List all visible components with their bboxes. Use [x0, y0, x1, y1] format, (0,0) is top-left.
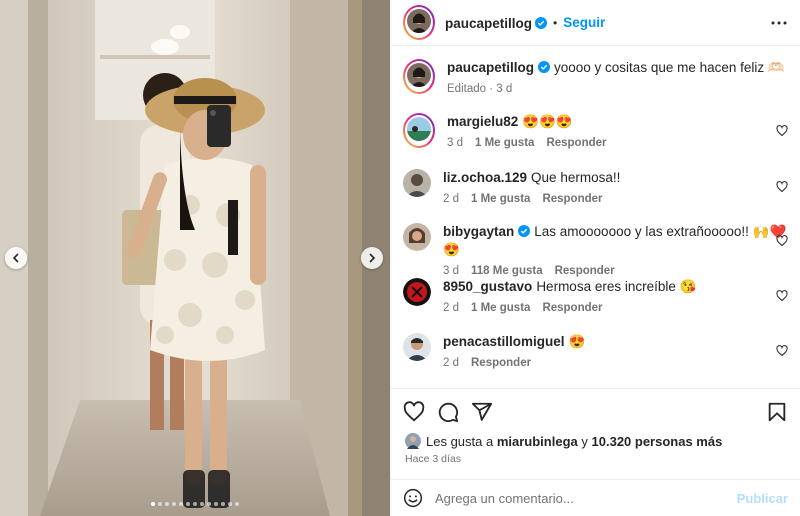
reply-button[interactable]: Responder [542, 193, 602, 205]
author-username[interactable]: paucapetillog [445, 15, 532, 31]
comment-input[interactable] [435, 490, 737, 506]
comment-time: 2 d [443, 302, 459, 314]
comment-text: Hermosa eres increíble 😘 [536, 279, 697, 294]
post-sidebar: paucapetillog • Seguir paucapetillog yooo… [390, 0, 800, 516]
comment-likes[interactable]: 1 Me gusta [471, 193, 530, 205]
carousel-dot [214, 502, 218, 506]
post-photo [0, 0, 390, 516]
likes-user[interactable]: miarubinlega [497, 434, 578, 449]
carousel-dot [193, 502, 197, 506]
caption-username[interactable]: paucapetillog [447, 60, 534, 75]
commenter-avatar-ring[interactable] [403, 113, 435, 148]
comment-item: 8950_gustavo Hermosa eres increíble 😘 2 d… [403, 278, 788, 314]
comment-item: bibygaytan Las amooooooo y las extrañoooo… [403, 223, 788, 277]
chevron-right-icon [369, 253, 376, 263]
heart-icon[interactable] [776, 235, 788, 247]
verified-badge-icon [535, 16, 548, 29]
avatar[interactable] [403, 278, 431, 306]
caption-avatar-ring[interactable] [403, 59, 435, 94]
avatar[interactable] [403, 333, 431, 361]
like-heart-icon[interactable] [403, 400, 425, 423]
caption-text: yoooo y cositas que me hacen feliz 🫶🏻 [554, 60, 785, 75]
comment-username[interactable]: penacastillomiguel [443, 334, 565, 349]
comment-likes[interactable]: 1 Me gusta [475, 137, 534, 149]
comment-username[interactable]: bibygaytan [443, 224, 514, 239]
carousel-dot [172, 502, 176, 506]
comment-username[interactable]: liz.ochoa.129 [443, 170, 527, 185]
reply-button[interactable]: Responder [471, 357, 531, 369]
avatar [405, 433, 421, 449]
likes-summary: Les gusta a miarubinlega y 10.320 person… [405, 433, 722, 449]
previous-slide-button[interactable] [5, 247, 27, 269]
verified-badge-icon [538, 61, 551, 73]
carousel-dot [228, 502, 232, 506]
publish-button[interactable]: Publicar [737, 491, 788, 506]
post-media[interactable] [0, 0, 390, 516]
carousel-dot [207, 502, 211, 506]
reply-button[interactable]: Responder [555, 265, 615, 277]
avatar [407, 63, 431, 87]
comment-username[interactable]: margielu82 [447, 114, 518, 129]
reply-button[interactable]: Responder [546, 137, 606, 149]
heart-icon[interactable] [776, 290, 788, 302]
more-options-icon[interactable] [770, 14, 788, 32]
header-separator: • [553, 15, 558, 30]
post-timestamp: Hace 3 días [405, 453, 462, 465]
comment-likes[interactable]: 1 Me gusta [471, 302, 530, 314]
post-actions [391, 388, 800, 434]
heart-icon[interactable] [776, 181, 788, 193]
heart-icon[interactable] [776, 125, 788, 137]
heart-icon[interactable] [776, 345, 788, 357]
comment-time: 3 d [443, 265, 459, 277]
avatar [407, 117, 431, 141]
next-slide-button[interactable] [361, 247, 383, 269]
caption-meta: Editado · 3 d [447, 83, 513, 95]
comment-time: 2 d [443, 193, 459, 205]
follow-button[interactable]: Seguir [563, 15, 605, 30]
avatar [407, 9, 431, 33]
author-avatar-ring[interactable] [403, 5, 435, 40]
comment-text: Que hermosa!! [531, 170, 621, 185]
reply-button[interactable]: Responder [542, 302, 602, 314]
save-bookmark-icon[interactable] [766, 401, 788, 423]
carousel-dot [186, 502, 190, 506]
comment-composer: Publicar [391, 479, 800, 516]
comment-username[interactable]: 8950_gustavo [443, 279, 532, 294]
avatar[interactable] [403, 169, 431, 197]
comments-section: paucapetillog yoooo y cositas que me hace… [391, 47, 800, 387]
carousel-dot [158, 502, 162, 506]
comment-item: margielu82 😍😍😍 3 d 1 Me gusta Responder [403, 113, 788, 149]
post-header: paucapetillog • Seguir [391, 0, 800, 46]
verified-badge-icon [518, 225, 531, 237]
comment-item: penacastillomiguel 😍 2 d Responder [403, 333, 788, 369]
carousel-indicator [0, 502, 390, 506]
carousel-dot [179, 502, 183, 506]
avatar[interactable] [403, 223, 431, 251]
likes-prefix: Les gusta a [426, 433, 494, 449]
carousel-dot [151, 502, 155, 506]
post-caption: paucapetillog yoooo y cositas que me hace… [403, 59, 788, 95]
comment-time: 2 d [443, 357, 459, 369]
carousel-dot [235, 502, 239, 506]
likes-middle: y [581, 433, 588, 449]
comment-item: liz.ochoa.129 Que hermosa!! 2 d 1 Me gusta… [403, 169, 788, 205]
carousel-dot [200, 502, 204, 506]
carousel-dot [165, 502, 169, 506]
likes-others[interactable]: 10.320 personas más [592, 434, 723, 449]
carousel-dot [221, 502, 225, 506]
chevron-left-icon [12, 253, 19, 263]
comment-likes[interactable]: 118 Me gusta [471, 265, 543, 277]
emoji-icon[interactable] [403, 488, 423, 508]
comment-text: 😍 [568, 334, 586, 349]
comment-icon[interactable] [437, 401, 459, 423]
share-icon[interactable] [471, 401, 493, 423]
comment-time: 3 d [447, 137, 463, 149]
comment-text: 😍😍😍 [522, 114, 573, 129]
